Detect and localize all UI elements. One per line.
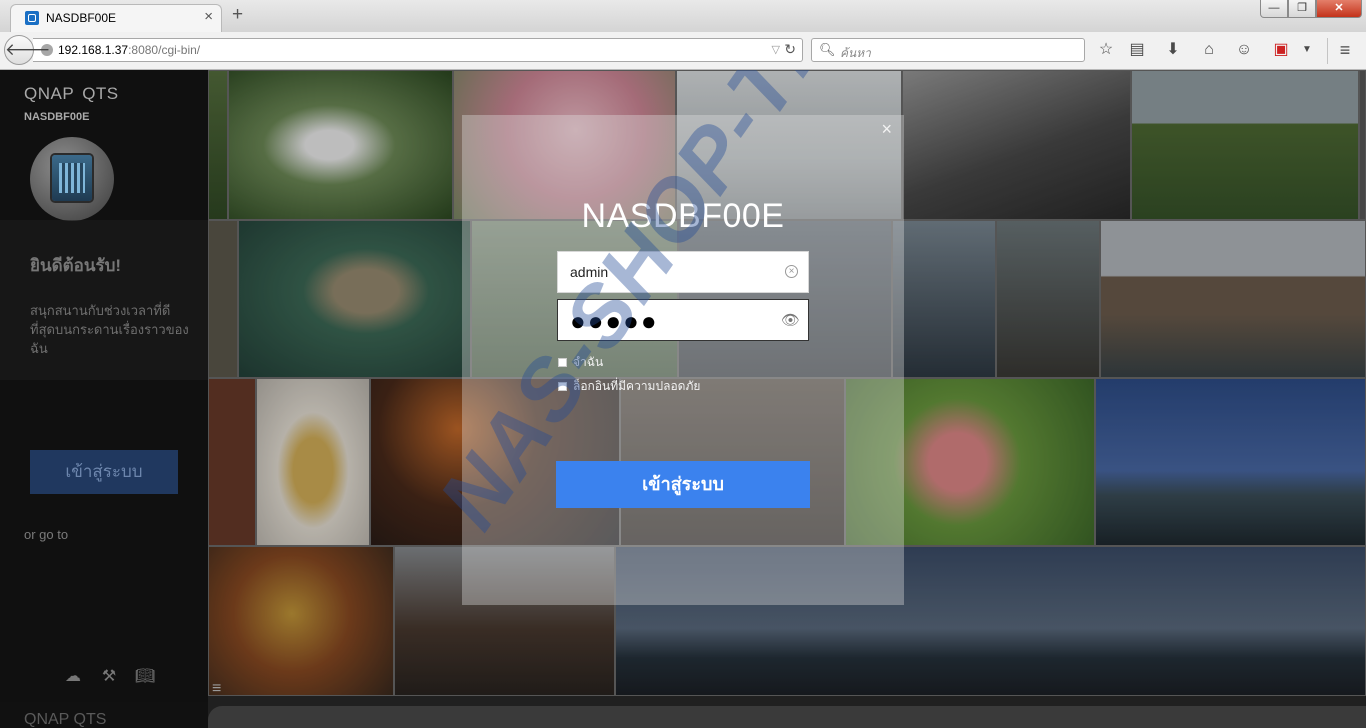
remember-me-row[interactable]: จำฉัน bbox=[558, 353, 603, 372]
photo-tile bbox=[208, 378, 256, 546]
window-controls: — ❐ ✕ bbox=[1260, 0, 1362, 19]
page-bottom-strip bbox=[208, 706, 1366, 728]
sidebar-login-button[interactable]: เข้าสู่ระบบ bbox=[30, 450, 178, 494]
photo-tile bbox=[1100, 220, 1366, 378]
photo-tile bbox=[208, 220, 238, 378]
nas-device-icon bbox=[52, 155, 92, 201]
maximize-button[interactable]: ❐ bbox=[1288, 0, 1316, 18]
remember-me-checkbox[interactable] bbox=[558, 358, 567, 367]
photo-tile bbox=[1359, 70, 1366, 220]
photo-tile bbox=[256, 378, 370, 546]
pdf-icon[interactable]: ▣ bbox=[1270, 39, 1292, 61]
secure-login-checkbox[interactable] bbox=[558, 382, 567, 391]
photo-tile bbox=[228, 70, 453, 220]
password-input[interactable]: ●●●●● bbox=[570, 306, 659, 337]
remember-me-label: จำฉัน bbox=[573, 355, 604, 369]
photo-tile bbox=[892, 220, 996, 378]
search-box[interactable]: 🔍︎ ค้นหา bbox=[811, 38, 1085, 62]
search-icon: 🔍︎ bbox=[819, 42, 836, 57]
sidebar-hostname: NASDBF00E bbox=[24, 111, 90, 123]
tools-icon[interactable]: ⚒ bbox=[98, 666, 120, 686]
toolbar-separator bbox=[1327, 38, 1328, 64]
nas-device-avatar bbox=[30, 137, 114, 221]
close-window-button[interactable]: ✕ bbox=[1316, 0, 1362, 18]
address-bar[interactable]: 192.168.1.37:8080/cgi-bin/ ▽ ↻ bbox=[33, 38, 803, 62]
brand-logo: QNAP QTS bbox=[24, 84, 119, 103]
back-button[interactable]: 🡐 bbox=[4, 35, 51, 65]
arrow-left-icon: 🡐 bbox=[5, 40, 51, 59]
secure-login-row[interactable]: ล็อกอินที่มีความปลอดภัย bbox=[558, 377, 700, 396]
menu-icon[interactable]: ≡ bbox=[1334, 39, 1356, 61]
chat-icon[interactable]: ☺ bbox=[1233, 39, 1255, 61]
welcome-description: สนุกสนานกับช่วงเวลาที่ดีที่สุดบนกระดานเร… bbox=[30, 303, 189, 356]
book-icon[interactable]: 📖︎ bbox=[134, 666, 156, 686]
close-tab-icon[interactable]: × bbox=[204, 8, 213, 25]
photo-tile bbox=[1131, 70, 1359, 220]
download-icon[interactable]: ⬇ bbox=[1162, 39, 1184, 61]
qnap-favicon-icon bbox=[25, 11, 39, 25]
login-page: QNAP QTS NASDBF00E ยินดีต้อนรับ! สนุกสนาน… bbox=[0, 70, 1366, 728]
home-icon[interactable]: ⌂ bbox=[1198, 39, 1220, 61]
welcome-sidebar: QNAP QTS NASDBF00E ยินดีต้อนรับ! สนุกสนาน… bbox=[0, 70, 208, 728]
navigation-toolbar: 192.168.1.37:8080/cgi-bin/ ▽ ↻ 🡐 🔍︎ ค้นห… bbox=[0, 32, 1366, 70]
minimize-button[interactable]: — bbox=[1260, 0, 1288, 18]
search-placeholder: ค้นหา bbox=[840, 46, 871, 60]
clear-input-icon[interactable]: × bbox=[785, 265, 798, 278]
reload-icon[interactable]: ↻ bbox=[784, 41, 796, 58]
new-tab-button[interactable]: + bbox=[232, 4, 243, 26]
login-button[interactable]: เข้าสู่ระบบ bbox=[556, 461, 810, 508]
close-icon[interactable]: × bbox=[881, 119, 892, 140]
goto-label: or go to bbox=[24, 527, 69, 542]
tab-strip: NASDBF00E × + — ❐ ✕ bbox=[0, 0, 1366, 32]
url-history-dropdown-icon[interactable]: ▽ bbox=[772, 43, 780, 56]
tab-title: NASDBF00E bbox=[46, 11, 117, 25]
bottom-brand: QNAP QTS bbox=[24, 711, 107, 728]
secure-login-label: ล็อกอินที่มีความปลอดภัย bbox=[573, 379, 701, 393]
welcome-heading: ยินดีต้อนรับ! bbox=[30, 256, 122, 275]
sidebar-tools: ☁ ⚒ 📖︎ bbox=[62, 666, 156, 686]
username-input[interactable]: admin bbox=[570, 264, 608, 280]
sidebar-bottom-bar: QNAP QTS bbox=[0, 702, 208, 728]
login-title: NASDBF00E bbox=[581, 197, 785, 235]
url-text: 192.168.1.37:8080/cgi-bin/ bbox=[58, 43, 201, 57]
photo-tile bbox=[208, 70, 228, 220]
star-icon[interactable]: ☆ bbox=[1095, 39, 1117, 61]
username-field[interactable]: admin × bbox=[557, 251, 809, 293]
chevron-down-icon[interactable]: ▼ bbox=[1296, 39, 1318, 61]
photo-tile bbox=[238, 220, 471, 378]
show-password-eye-icon[interactable]: 👁︎ bbox=[781, 311, 800, 329]
photo-tile bbox=[1095, 378, 1366, 546]
password-field[interactable]: ●●●●● 👁︎ bbox=[557, 299, 809, 341]
photo-tile bbox=[208, 546, 394, 696]
browser-tab[interactable]: NASDBF00E × bbox=[10, 4, 222, 32]
sidebar-menu-icon[interactable]: ≡ bbox=[212, 680, 221, 698]
cloud-icon[interactable]: ☁ bbox=[62, 666, 84, 686]
photo-tile bbox=[996, 220, 1100, 378]
reading-list-icon[interactable]: ▤ bbox=[1126, 39, 1148, 61]
login-dialog: × NASDBF00E admin × ●●●●● 👁︎ จำฉัน ล็อกอ… bbox=[462, 115, 904, 605]
photo-tile bbox=[902, 70, 1131, 220]
